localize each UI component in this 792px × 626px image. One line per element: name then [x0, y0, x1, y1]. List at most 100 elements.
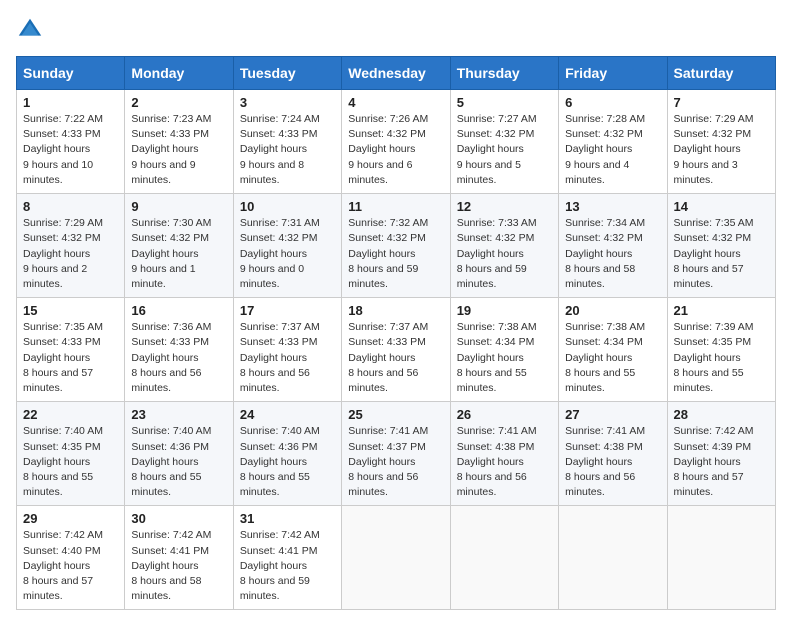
day-info: Sunrise: 7:29 AM Sunset: 4:32 PM Dayligh… — [674, 112, 769, 188]
daylight-value: 8 hours and 55 minutes. — [565, 367, 635, 394]
day-number: 7 — [674, 95, 769, 110]
sunrise-label: Sunrise: 7:27 AM — [457, 113, 537, 125]
calendar-cell: 24 Sunrise: 7:40 AM Sunset: 4:36 PM Dayl… — [233, 402, 341, 506]
day-number: 23 — [131, 407, 226, 422]
sunrise-label: Sunrise: 7:30 AM — [131, 217, 211, 229]
calendar-cell: 22 Sunrise: 7:40 AM Sunset: 4:35 PM Dayl… — [17, 402, 125, 506]
day-info: Sunrise: 7:40 AM Sunset: 4:36 PM Dayligh… — [131, 424, 226, 500]
daylight-value: 8 hours and 56 minutes. — [131, 367, 201, 394]
daylight-label: Daylight hours — [131, 143, 198, 155]
calendar-cell: 2 Sunrise: 7:23 AM Sunset: 4:33 PM Dayli… — [125, 90, 233, 194]
sunset-label: Sunset: 4:34 PM — [565, 336, 643, 348]
sunrise-label: Sunrise: 7:40 AM — [23, 425, 103, 437]
daylight-label: Daylight hours — [348, 248, 415, 260]
daylight-label: Daylight hours — [23, 248, 90, 260]
calendar-cell: 14 Sunrise: 7:35 AM Sunset: 4:32 PM Dayl… — [667, 194, 775, 298]
sunrise-label: Sunrise: 7:37 AM — [348, 321, 428, 333]
daylight-value: 8 hours and 55 minutes. — [131, 471, 201, 498]
sunset-label: Sunset: 4:41 PM — [240, 545, 318, 557]
daylight-value: 9 hours and 2 minutes. — [23, 263, 87, 290]
day-number: 28 — [674, 407, 769, 422]
sunset-label: Sunset: 4:33 PM — [131, 128, 209, 140]
day-info: Sunrise: 7:37 AM Sunset: 4:33 PM Dayligh… — [348, 320, 443, 396]
calendar-table: SundayMondayTuesdayWednesdayThursdayFrid… — [16, 56, 776, 610]
sunrise-label: Sunrise: 7:33 AM — [457, 217, 537, 229]
calendar-cell — [450, 506, 558, 610]
daylight-value: 8 hours and 59 minutes. — [348, 263, 418, 290]
sunset-label: Sunset: 4:38 PM — [457, 441, 535, 453]
calendar-cell: 21 Sunrise: 7:39 AM Sunset: 4:35 PM Dayl… — [667, 298, 775, 402]
calendar-cell — [559, 506, 667, 610]
day-info: Sunrise: 7:28 AM Sunset: 4:32 PM Dayligh… — [565, 112, 660, 188]
daylight-value: 8 hours and 57 minutes. — [23, 575, 93, 602]
sunset-label: Sunset: 4:41 PM — [131, 545, 209, 557]
daylight-label: Daylight hours — [240, 248, 307, 260]
calendar-cell: 12 Sunrise: 7:33 AM Sunset: 4:32 PM Dayl… — [450, 194, 558, 298]
daylight-value: 8 hours and 55 minutes. — [23, 471, 93, 498]
day-number: 26 — [457, 407, 552, 422]
daylight-value: 9 hours and 6 minutes. — [348, 159, 412, 186]
day-info: Sunrise: 7:30 AM Sunset: 4:32 PM Dayligh… — [131, 216, 226, 292]
day-info: Sunrise: 7:33 AM Sunset: 4:32 PM Dayligh… — [457, 216, 552, 292]
daylight-value: 8 hours and 55 minutes. — [674, 367, 744, 394]
calendar-cell: 17 Sunrise: 7:37 AM Sunset: 4:33 PM Dayl… — [233, 298, 341, 402]
daylight-value: 8 hours and 58 minutes. — [565, 263, 635, 290]
calendar-cell: 6 Sunrise: 7:28 AM Sunset: 4:32 PM Dayli… — [559, 90, 667, 194]
weekday-header: Tuesday — [233, 57, 341, 90]
sunrise-label: Sunrise: 7:29 AM — [674, 113, 754, 125]
day-info: Sunrise: 7:42 AM Sunset: 4:41 PM Dayligh… — [240, 528, 335, 604]
daylight-label: Daylight hours — [457, 248, 524, 260]
daylight-value: 8 hours and 59 minutes. — [457, 263, 527, 290]
sunrise-label: Sunrise: 7:42 AM — [674, 425, 754, 437]
day-info: Sunrise: 7:38 AM Sunset: 4:34 PM Dayligh… — [565, 320, 660, 396]
day-number: 8 — [23, 199, 118, 214]
sunrise-label: Sunrise: 7:41 AM — [565, 425, 645, 437]
daylight-label: Daylight hours — [674, 143, 741, 155]
daylight-label: Daylight hours — [348, 352, 415, 364]
calendar-header-row: SundayMondayTuesdayWednesdayThursdayFrid… — [17, 57, 776, 90]
day-number: 17 — [240, 303, 335, 318]
sunset-label: Sunset: 4:40 PM — [23, 545, 101, 557]
calendar-cell: 26 Sunrise: 7:41 AM Sunset: 4:38 PM Dayl… — [450, 402, 558, 506]
daylight-value: 9 hours and 4 minutes. — [565, 159, 629, 186]
day-info: Sunrise: 7:36 AM Sunset: 4:33 PM Dayligh… — [131, 320, 226, 396]
calendar-cell: 16 Sunrise: 7:36 AM Sunset: 4:33 PM Dayl… — [125, 298, 233, 402]
calendar-cell: 10 Sunrise: 7:31 AM Sunset: 4:32 PM Dayl… — [233, 194, 341, 298]
sunset-label: Sunset: 4:35 PM — [674, 336, 752, 348]
sunset-label: Sunset: 4:33 PM — [131, 336, 209, 348]
sunrise-label: Sunrise: 7:35 AM — [23, 321, 103, 333]
day-info: Sunrise: 7:41 AM Sunset: 4:38 PM Dayligh… — [565, 424, 660, 500]
daylight-label: Daylight hours — [131, 456, 198, 468]
sunrise-label: Sunrise: 7:41 AM — [457, 425, 537, 437]
daylight-label: Daylight hours — [674, 456, 741, 468]
daylight-label: Daylight hours — [457, 143, 524, 155]
sunrise-label: Sunrise: 7:36 AM — [131, 321, 211, 333]
day-number: 11 — [348, 199, 443, 214]
daylight-label: Daylight hours — [23, 352, 90, 364]
sunrise-label: Sunrise: 7:34 AM — [565, 217, 645, 229]
sunset-label: Sunset: 4:32 PM — [674, 128, 752, 140]
sunset-label: Sunset: 4:32 PM — [240, 232, 318, 244]
day-info: Sunrise: 7:37 AM Sunset: 4:33 PM Dayligh… — [240, 320, 335, 396]
daylight-value: 9 hours and 9 minutes. — [131, 159, 195, 186]
daylight-label: Daylight hours — [565, 456, 632, 468]
daylight-value: 9 hours and 3 minutes. — [674, 159, 738, 186]
calendar-week-row: 8 Sunrise: 7:29 AM Sunset: 4:32 PM Dayli… — [17, 194, 776, 298]
day-number: 25 — [348, 407, 443, 422]
day-info: Sunrise: 7:34 AM Sunset: 4:32 PM Dayligh… — [565, 216, 660, 292]
calendar-cell: 13 Sunrise: 7:34 AM Sunset: 4:32 PM Dayl… — [559, 194, 667, 298]
daylight-label: Daylight hours — [565, 143, 632, 155]
day-number: 14 — [674, 199, 769, 214]
sunset-label: Sunset: 4:32 PM — [674, 232, 752, 244]
calendar-cell: 4 Sunrise: 7:26 AM Sunset: 4:32 PM Dayli… — [342, 90, 450, 194]
weekday-header: Friday — [559, 57, 667, 90]
sunset-label: Sunset: 4:36 PM — [131, 441, 209, 453]
sunrise-label: Sunrise: 7:42 AM — [23, 529, 103, 541]
daylight-value: 9 hours and 8 minutes. — [240, 159, 304, 186]
daylight-label: Daylight hours — [565, 248, 632, 260]
calendar-cell: 1 Sunrise: 7:22 AM Sunset: 4:33 PM Dayli… — [17, 90, 125, 194]
day-number: 18 — [348, 303, 443, 318]
calendar-cell — [667, 506, 775, 610]
day-number: 2 — [131, 95, 226, 110]
daylight-value: 9 hours and 0 minutes. — [240, 263, 304, 290]
